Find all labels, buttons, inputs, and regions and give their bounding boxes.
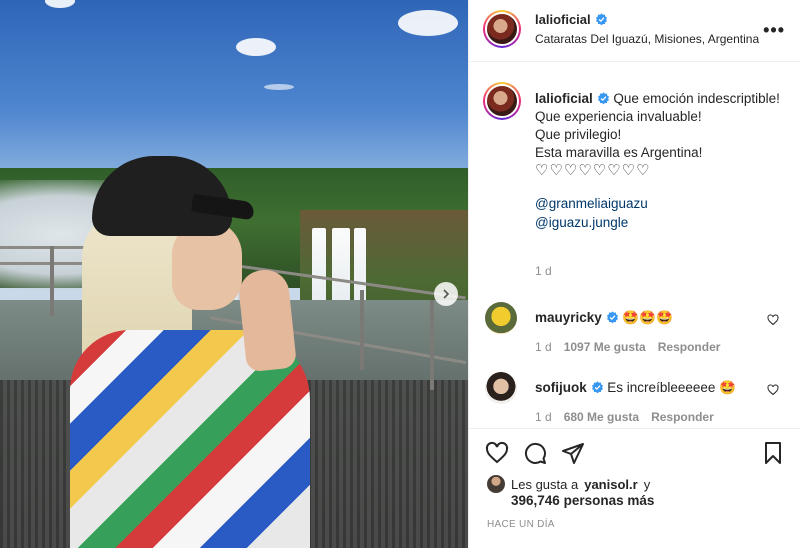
post-media-video[interactable] [0, 0, 468, 548]
instagram-post: lalioficial Cataratas Del Iguazú, Mision… [0, 0, 800, 548]
person [62, 150, 322, 548]
verified-badge-icon [606, 311, 618, 324]
post-side-panel: lalioficial Cataratas Del Iguazú, Mision… [468, 0, 800, 548]
avatar-image [485, 84, 519, 118]
cloud [236, 38, 276, 56]
next-media-button[interactable] [434, 282, 458, 306]
liked-by-prefix: Les gusta a [511, 476, 579, 492]
comment-time[interactable]: 1 d [535, 410, 552, 424]
liked-by: Les gusta a yanisol.r y [487, 475, 650, 493]
mention-link[interactable]: @iguazu.jungle [535, 213, 785, 232]
post-location[interactable]: Cataratas Del Iguazú, Misiones, Argentin… [535, 32, 759, 46]
heart-icon[interactable] [485, 441, 509, 465]
comment-likes[interactable]: 1097 Me gusta [564, 340, 646, 354]
post-header: lalioficial Cataratas Del Iguazú, Mision… [469, 0, 800, 62]
others-count: 396,746 [511, 493, 560, 508]
comment-text: mauyricky 🤩🤩🤩 [535, 310, 673, 326]
hand [236, 267, 298, 373]
comment-username[interactable]: sofijuok [535, 380, 587, 395]
commenter-avatar[interactable] [485, 302, 517, 334]
more-options-icon[interactable]: ••• [763, 20, 785, 41]
verified-badge-icon [597, 92, 609, 105]
post-author: lalioficial [535, 12, 608, 27]
reply-button[interactable]: Responder [658, 340, 721, 354]
post-actions: Les gusta a yanisol.r y 396,746 personas… [469, 428, 800, 548]
heart-icon[interactable] [767, 314, 779, 326]
liked-by-user[interactable]: yanisol.r [584, 477, 637, 492]
comment-meta: 1 d 1097 Me gusta Responder [535, 340, 720, 354]
mention-link[interactable]: @granmeliaiguazu [535, 194, 785, 213]
reply-button[interactable]: Responder [651, 410, 714, 424]
caption-hearts: ♡♡♡♡♡♡♡♡ [535, 162, 651, 179]
caption-line: Que privilegio! [535, 127, 622, 142]
bookmark-icon[interactable] [761, 441, 785, 465]
comment-text: sofijuok Es increíbleeeeee 🤩 [535, 380, 736, 396]
comment-body: Es increíbleeeeee 🤩 [607, 380, 736, 395]
caption-username[interactable]: lalioficial [535, 91, 593, 106]
comment-likes[interactable]: 680 Me gusta [564, 410, 639, 424]
comment-username[interactable]: mauyricky [535, 310, 602, 325]
liker-avatar[interactable] [487, 475, 505, 493]
chevron-right-icon [443, 289, 450, 299]
comment-item: mauyricky 🤩🤩🤩 1 d 1097 Me gusta Responde… [469, 302, 800, 366]
railing-post [360, 290, 364, 370]
comment-time[interactable]: 1 d [535, 340, 552, 354]
avatar[interactable] [483, 10, 521, 48]
cloud [264, 84, 294, 90]
likes-count[interactable]: 396,746 personas más [511, 493, 654, 508]
paper-plane-icon[interactable] [561, 441, 585, 465]
post-timestamp[interactable]: HACE UN DÍA [487, 519, 555, 530]
comment-body: 🤩🤩🤩 [622, 310, 673, 325]
author-username[interactable]: lalioficial [535, 12, 591, 27]
commenter-avatar[interactable] [485, 372, 517, 404]
post-caption: lalioficial Que emoción indescriptible! … [535, 90, 785, 232]
caption-line: Esta maravilla es Argentina! [535, 145, 703, 160]
caption-line: Que emoción indescriptible! [613, 91, 780, 106]
railing-post [430, 300, 434, 390]
cloud [398, 10, 458, 36]
caption-spacer [535, 180, 785, 194]
comment-meta: 1 d 680 Me gusta Responder [535, 410, 714, 424]
avatar-image [485, 12, 519, 46]
comment-item: sofijuok Es increíbleeeeee 🤩 1 d 680 Me … [469, 372, 800, 436]
verified-badge-icon [595, 13, 607, 26]
comment-icon[interactable] [523, 441, 547, 465]
caption-avatar[interactable] [483, 82, 521, 120]
heart-icon[interactable] [767, 384, 779, 396]
railing-post [50, 246, 54, 316]
verified-badge-icon [591, 381, 603, 394]
caption-time[interactable]: 1 d [535, 264, 552, 278]
others-label: personas más [563, 493, 655, 508]
liked-by-suffix: y [643, 476, 651, 492]
caption-line: Que experiencia invaluable! [535, 109, 702, 124]
